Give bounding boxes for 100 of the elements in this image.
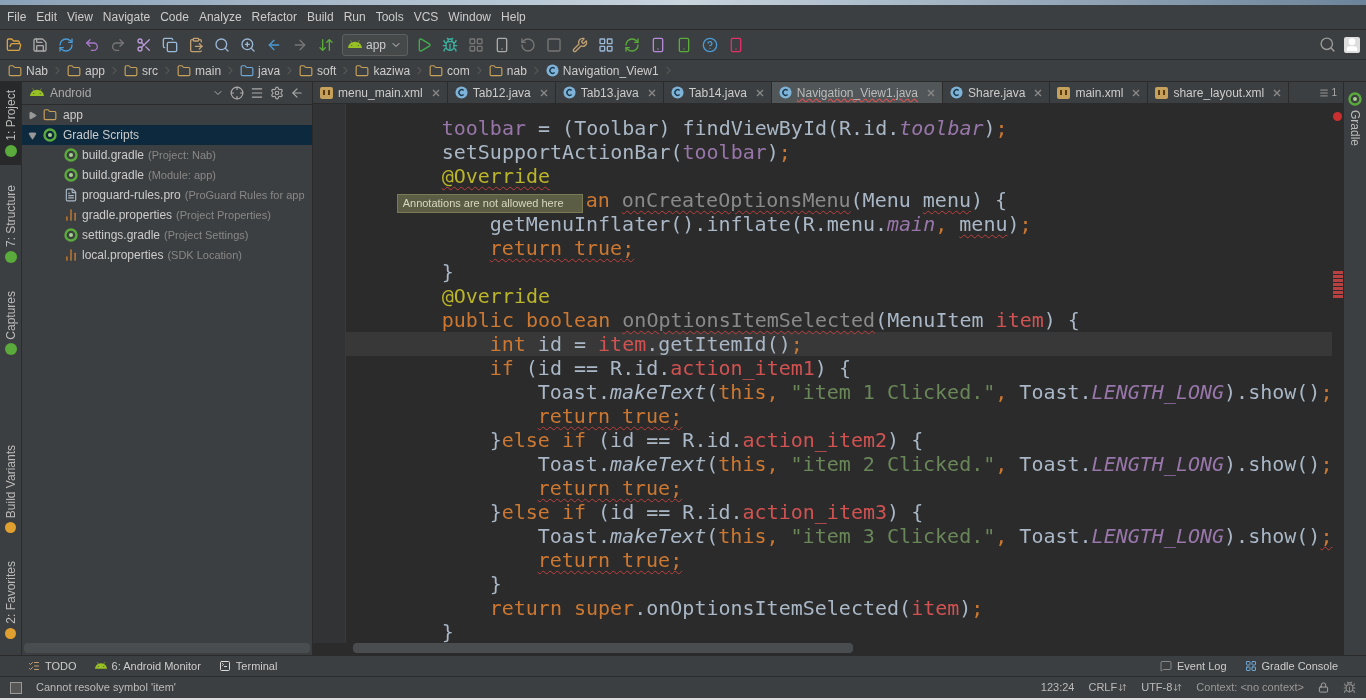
code-line: Toast.makeText(this, "item 1 Clicked.", Toast.LENGTH_LONG).show(); (537, 380, 1333, 404)
editor-tab[interactable]: Share.java (943, 82, 1051, 103)
close-icon[interactable] (1132, 88, 1141, 97)
gradle-icon (64, 228, 78, 242)
tool-icon (5, 522, 16, 534)
settings-icon[interactable] (270, 86, 284, 100)
close-icon[interactable] (431, 88, 440, 97)
locate-icon[interactable] (230, 86, 244, 100)
code-line: int id = item.getItemId(); (489, 332, 803, 356)
code-line: } (489, 572, 502, 596)
breadcrumb-item[interactable]: com (429, 61, 470, 80)
class-icon (670, 86, 684, 99)
code-line: Toast.makeText(this, "item 2 Clicked.", Toast.LENGTH_LONG).show(); (537, 452, 1333, 476)
tool-window-tab[interactable]: Gradle (1346, 110, 1364, 147)
editor-tab[interactable]: Tab12.java (447, 82, 556, 103)
breadcrumb-item[interactable]: main (177, 61, 222, 80)
tree-item[interactable]: Gradle Scripts (22, 125, 312, 145)
menu-item[interactable]: View (62, 8, 98, 26)
menu-item[interactable]: Tools (370, 8, 409, 26)
tool-window-button[interactable]: Gradle Console (1244, 657, 1338, 675)
package-icon (488, 63, 503, 78)
tool-window-button[interactable]: Event Log (1160, 657, 1227, 675)
menu-item[interactable]: File (2, 8, 32, 26)
code-line: return super.onOptionsItemSelected(item); (489, 596, 984, 620)
context-label: Context: <no context> (1196, 680, 1304, 696)
package-icon (429, 63, 444, 78)
breadcrumb-item[interactable]: Nab (8, 61, 48, 80)
text-file-icon (64, 188, 78, 202)
list-icon (1319, 87, 1330, 98)
tool-icon (5, 628, 16, 639)
close-icon[interactable] (1273, 88, 1282, 97)
close-icon[interactable] (1034, 88, 1043, 97)
class-icon (545, 64, 559, 77)
tree-item[interactable]: build.gradle (Project: Nab) (22, 145, 312, 165)
project-view-selector[interactable]: Android (50, 84, 92, 102)
tree-item[interactable]: local.properties (SDK Location) (22, 245, 312, 265)
gradle-icon (1348, 92, 1362, 106)
encoding-selector[interactable]: UTF-8 (1141, 679, 1183, 696)
breadcrumb-item[interactable]: app (67, 61, 106, 80)
error-tooltip: Annotations are not allowed here (396, 193, 583, 213)
breadcrumb-item[interactable]: nab (488, 61, 527, 80)
menu-item[interactable]: Code (155, 8, 194, 26)
editor-tab[interactable]: Tab13.java (555, 82, 664, 103)
run-configuration-dropdown[interactable]: app (342, 33, 409, 56)
error-stripe-marks (1332, 271, 1343, 299)
menu-item[interactable]: Analyze (193, 8, 247, 26)
tool-window-tab[interactable]: Captures (0, 282, 21, 364)
editor-tab[interactable]: main.xml (1050, 82, 1149, 103)
user-avatar-icon[interactable] (1344, 36, 1360, 53)
close-icon[interactable] (647, 88, 656, 97)
package-icon (299, 63, 314, 78)
lock-icon[interactable] (1318, 682, 1329, 693)
tool-window-tab[interactable]: Build Variants (0, 437, 21, 542)
scrollbar[interactable] (353, 643, 853, 653)
menu-item[interactable]: Edit (31, 8, 63, 26)
code-line: getMenuInflater().inflate(R.menu.main, menu); (489, 212, 1032, 236)
breadcrumb-item[interactable]: soft (299, 61, 337, 80)
code-line: }else if (id == R.id.action_item3) { (489, 500, 924, 524)
editor-tab[interactable]: Tab14.java (663, 82, 772, 103)
menu-item[interactable]: Help (496, 8, 531, 26)
code-line: }else if (id == R.id.action_item2) { (489, 428, 924, 452)
tool-icon (4, 144, 17, 157)
editor-tab[interactable]: share_layout.xml (1148, 82, 1290, 103)
tool-window-button[interactable]: Terminal (218, 657, 278, 675)
menu-item[interactable]: Build (301, 8, 339, 26)
tool-windows-toggle-icon[interactable] (10, 681, 22, 694)
line-separator-selector[interactable]: CRLF (1088, 679, 1128, 696)
breadcrumb-item[interactable]: kaziwa (355, 61, 411, 80)
breadcrumb-item[interactable]: Navigation_View1 (545, 61, 659, 80)
breadcrumb-item[interactable]: src (124, 61, 159, 80)
source-folder-icon (240, 63, 255, 78)
console-icon (1244, 660, 1257, 672)
close-icon[interactable] (755, 88, 764, 97)
tool-window-tab[interactable]: 1: Project (0, 82, 21, 165)
editor-tab[interactable]: Navigation_View1.java (771, 82, 944, 103)
close-icon[interactable] (539, 88, 548, 97)
menu-item[interactable]: Navigate (97, 8, 156, 26)
editor-tab[interactable]: menu_main.xml (313, 82, 448, 103)
tree-item[interactable]: gradle.properties (Project Properties) (22, 205, 312, 225)
close-icon[interactable] (927, 88, 936, 97)
tree-item[interactable]: app (22, 105, 312, 125)
tab-overflow-button[interactable]: 1 (1319, 82, 1343, 103)
tool-window-tab[interactable]: 7: Structure (0, 176, 21, 271)
tool-window-tab[interactable]: 2: Favorites (0, 553, 21, 647)
menu-item[interactable]: Refactor (246, 8, 302, 26)
xml-file-icon (1057, 86, 1071, 99)
menu-item[interactable]: Run (338, 8, 371, 26)
menu-item[interactable]: Window (443, 8, 497, 26)
tree-item[interactable]: settings.gradle (Project Settings) (22, 225, 312, 245)
caret-position[interactable]: 123:24 (1040, 679, 1075, 696)
tool-window-button[interactable]: TODO (28, 657, 77, 675)
properties-file-icon (64, 208, 78, 222)
tool-window-button[interactable]: 6: Android Monitor (94, 657, 201, 675)
menu-item[interactable]: VCS (408, 8, 444, 26)
terminal-icon (218, 660, 231, 672)
code-line: toolbar = (Toolbar) findViewById(R.id.toolbar); (441, 116, 1008, 140)
code-line: return true; (537, 476, 683, 500)
tree-item[interactable]: build.gradle (Module: app) (22, 165, 312, 185)
breadcrumb-item[interactable]: java (240, 61, 281, 80)
tree-item[interactable]: proguard-rules.pro (ProGuard Rules for app (22, 185, 312, 205)
